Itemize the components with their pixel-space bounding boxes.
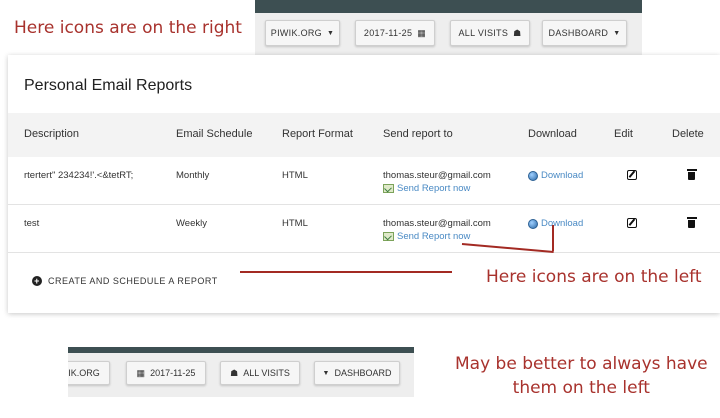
annotation-suggestion: May be better to always have them on the… (455, 352, 708, 400)
top-toolbar: PIWIK.ORG ▼ 2017-11-25 ▦ ALL VISITS ☗ DA… (255, 0, 642, 55)
annotation-line (240, 271, 452, 273)
trash-icon[interactable] (686, 217, 697, 228)
date-label: 2017-11-25 (150, 368, 196, 378)
send-report-label: Send Report now (397, 183, 471, 194)
download-link[interactable]: Download (528, 170, 583, 181)
col-report-format: Report Format (282, 128, 353, 140)
date-selector-button[interactable]: ▦ 2017-11-25 (126, 361, 206, 385)
segment-label: ALL VISITS (458, 28, 509, 38)
download-link[interactable]: Download (528, 218, 583, 229)
dashboard-selector-button[interactable]: DASHBOARD ▼ (542, 20, 627, 46)
edit-icon[interactable] (627, 218, 637, 228)
create-report-button[interactable]: + CREATE AND SCHEDULE A REPORT (32, 276, 218, 286)
col-edit: Edit (614, 128, 633, 140)
row-description: test (24, 218, 40, 229)
col-delete: Delete (672, 128, 704, 140)
edit-icon[interactable] (627, 170, 637, 180)
top-header-bar (255, 0, 642, 13)
col-email-schedule: Email Schedule (176, 128, 253, 140)
download-label: Download (541, 170, 584, 181)
row-email: thomas.steur@gmail.com (383, 218, 491, 229)
trash-icon[interactable] (686, 169, 697, 180)
row-format: HTML (282, 218, 308, 229)
date-label: 2017-11-25 (363, 28, 413, 38)
calendar-icon: ▦ (417, 27, 427, 38)
annotation-icons-left: Here icons are on the left (486, 267, 702, 287)
caret-down-icon: ▼ (613, 29, 621, 37)
globe-download-icon (528, 170, 538, 181)
annotation-icons-right: Here icons are on the right (14, 18, 242, 38)
users-icon: ☗ (230, 367, 239, 378)
col-description: Description (24, 128, 80, 140)
users-icon: ☗ (513, 27, 522, 38)
create-report-label: CREATE AND SCHEDULE A REPORT (48, 276, 218, 286)
send-report-now-link[interactable]: Send Report now (383, 183, 470, 194)
page-title: Personal Email Reports (24, 77, 193, 94)
site-selector-button[interactable]: PIWIK.ORG ▼ (265, 20, 340, 46)
col-download: Download (528, 128, 577, 140)
site-selector-button[interactable]: IK.ORG (68, 361, 110, 385)
row-description: rtertert" 234234!'.<&tetRT; (24, 170, 134, 181)
site-label: IK.ORG (68, 368, 100, 378)
calendar-icon: ▦ (136, 367, 146, 378)
row-schedule: Monthly (176, 170, 210, 181)
col-send-report-to: Send report to (383, 128, 453, 140)
table-header: Description Email Schedule Report Format… (8, 113, 720, 157)
segment-label: ALL VISITS (243, 368, 290, 378)
bottom-toolbar: IK.ORG ▦ 2017-11-25 ☗ ALL VISITS ▼ DASHB… (68, 347, 414, 397)
row-schedule: Weekly (176, 218, 207, 229)
dashboard-label: DASHBOARD (548, 28, 609, 38)
send-report-label: Send Report now (397, 231, 471, 242)
table-row: rtertert" 234234!'.<&tetRT; Monthly HTML… (8, 157, 720, 205)
segment-selector-button[interactable]: ☗ ALL VISITS (220, 361, 300, 385)
annotation-suggestion-line2: them on the left (512, 378, 650, 398)
bottom-header-bar (68, 347, 414, 353)
caret-down-icon: ▼ (322, 369, 330, 377)
table-row: test Weekly HTML thomas.steur@gmail.com … (8, 205, 720, 253)
dashboard-label: DASHBOARD (334, 368, 392, 378)
send-report-icon (383, 232, 394, 241)
plus-circle-icon: + (32, 276, 42, 286)
site-label: PIWIK.ORG (270, 28, 322, 38)
send-report-now-link[interactable]: Send Report now (383, 231, 470, 242)
globe-download-icon (528, 218, 538, 229)
row-email: thomas.steur@gmail.com (383, 170, 491, 181)
caret-down-icon: ▼ (326, 29, 335, 37)
segment-selector-button[interactable]: ALL VISITS ☗ (450, 20, 530, 46)
date-selector-button[interactable]: 2017-11-25 ▦ (355, 20, 435, 46)
annotation-arrow-tick (552, 225, 554, 251)
dashboard-selector-button[interactable]: ▼ DASHBOARD (314, 361, 400, 385)
row-format: HTML (282, 170, 308, 181)
annotation-suggestion-line1: May be better to always have (455, 354, 708, 374)
send-report-icon (383, 184, 394, 193)
download-label: Download (541, 218, 584, 229)
